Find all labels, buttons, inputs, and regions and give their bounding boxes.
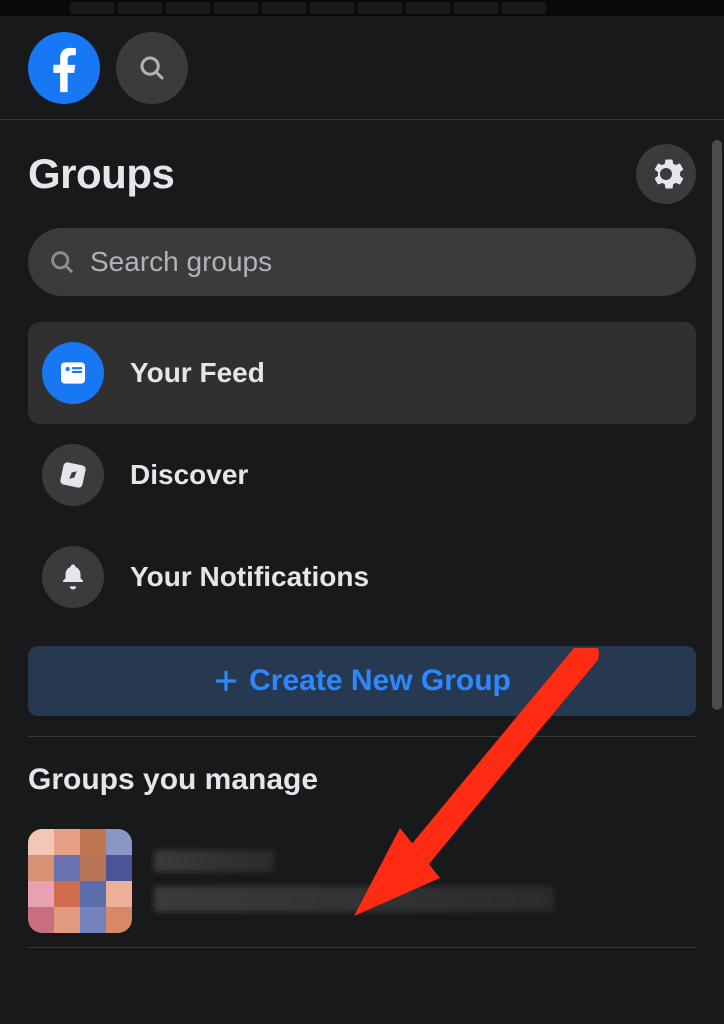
header-search-button[interactable] — [116, 32, 188, 104]
nav-item-discover[interactable]: Discover — [28, 424, 696, 526]
nav-list: Your Feed Discover Your Notifications — [28, 322, 696, 628]
create-new-group-button[interactable]: Create New Group — [28, 646, 696, 716]
section-title-manage: Groups you manage — [28, 763, 706, 797]
feed-icon — [42, 342, 104, 404]
divider — [28, 736, 696, 737]
bell-icon — [42, 546, 104, 608]
plus-icon — [213, 668, 239, 694]
nav-label: Your Feed — [130, 357, 265, 389]
group-thumbnail — [28, 829, 132, 933]
nav-item-notifications[interactable]: Your Notifications — [28, 526, 696, 628]
compass-icon — [42, 444, 104, 506]
nav-item-your-feed[interactable]: Your Feed — [28, 322, 696, 424]
gear-icon — [648, 156, 684, 192]
search-groups-box[interactable] — [28, 228, 696, 296]
page-title-row: Groups — [28, 144, 706, 204]
group-text-redacted — [154, 850, 696, 912]
group-item[interactable] — [28, 821, 696, 948]
settings-button[interactable] — [636, 144, 696, 204]
create-button-label: Create New Group — [249, 664, 511, 698]
search-icon — [137, 53, 167, 83]
facebook-logo[interactable] — [28, 32, 100, 104]
browser-tab-strip — [0, 0, 724, 16]
top-header — [0, 16, 724, 120]
scrollbar[interactable] — [712, 140, 722, 710]
search-input[interactable] — [90, 246, 676, 278]
nav-label: Your Notifications — [130, 561, 369, 593]
nav-label: Discover — [130, 459, 248, 491]
search-icon — [48, 248, 76, 276]
page-title: Groups — [28, 150, 174, 198]
facebook-f-icon — [35, 39, 93, 97]
